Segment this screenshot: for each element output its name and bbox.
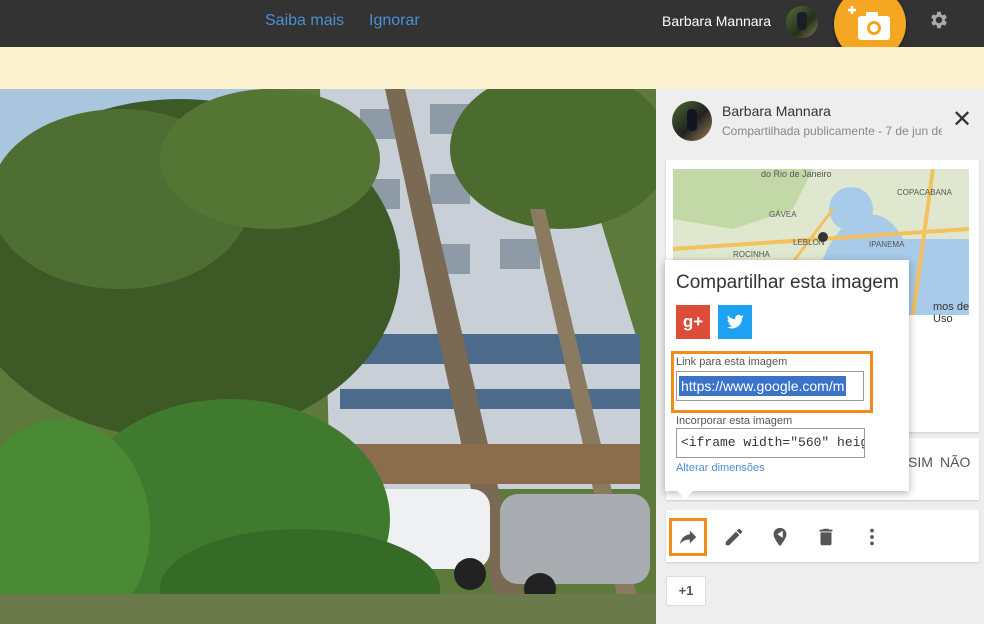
map-label: do Rio de Janeiro (761, 169, 832, 179)
more-vert-icon (870, 528, 874, 546)
popover-arrow (676, 490, 694, 499)
map-label: GÁVEA (769, 210, 797, 219)
map-label: COPACABANA (897, 188, 953, 197)
link-value: https://www.google.com/m (679, 376, 847, 396)
map-label: IPANEMA (869, 240, 905, 249)
author-meta: Compartilhada publicamente - 7 de jun de (722, 124, 942, 138)
share-icon (679, 530, 697, 545)
map-terms-link[interactable]: mos de Uso (933, 301, 984, 325)
notice-bar (0, 47, 984, 89)
vote-no-button[interactable]: NÃO (940, 454, 970, 470)
notice-text: tornando parte do Google Maps. (0, 12, 229, 29)
learn-more-link[interactable]: Saiba mais (265, 12, 344, 30)
plus-one-button[interactable]: +1 (666, 576, 706, 606)
report-button[interactable] (763, 520, 797, 554)
link-input[interactable]: https://www.google.com/m (676, 371, 864, 401)
trash-icon (819, 528, 833, 546)
share-button[interactable] (669, 518, 707, 556)
edit-button[interactable] (717, 520, 751, 554)
author-avatar[interactable] (672, 101, 712, 141)
share-title: Compartilhar esta imagem (676, 272, 899, 293)
gear-icon (931, 11, 947, 29)
embed-input[interactable]: <iframe width="560" height= (676, 428, 865, 458)
twitter-icon (726, 314, 744, 329)
user-name[interactable]: Barbara Mannara (662, 13, 771, 29)
flag-icon (773, 527, 787, 547)
add-photo-camera-icon (848, 6, 890, 40)
google-plus-share-button[interactable]: g+ (676, 305, 710, 339)
pencil-icon (725, 528, 743, 546)
link-label: Link para esta imagem (676, 356, 788, 368)
vote-yes-button[interactable]: SIM (908, 454, 933, 470)
map-label: ROCINHA (733, 250, 771, 259)
more-button[interactable] (855, 520, 889, 554)
twitter-share-button[interactable] (718, 305, 752, 339)
close-icon: ✕ (952, 106, 973, 133)
street-photo[interactable] (0, 89, 656, 624)
embed-label: Incorporar esta imagem (676, 415, 793, 427)
resize-link[interactable]: Alterar dimensões (676, 462, 765, 474)
settings-button[interactable] (928, 9, 950, 36)
author-name[interactable]: Barbara Mannara (722, 103, 831, 119)
delete-button[interactable] (809, 520, 843, 554)
dismiss-link[interactable]: Ignorar (369, 12, 420, 30)
user-avatar[interactable] (786, 6, 818, 38)
close-button[interactable]: ✕ (952, 108, 972, 132)
